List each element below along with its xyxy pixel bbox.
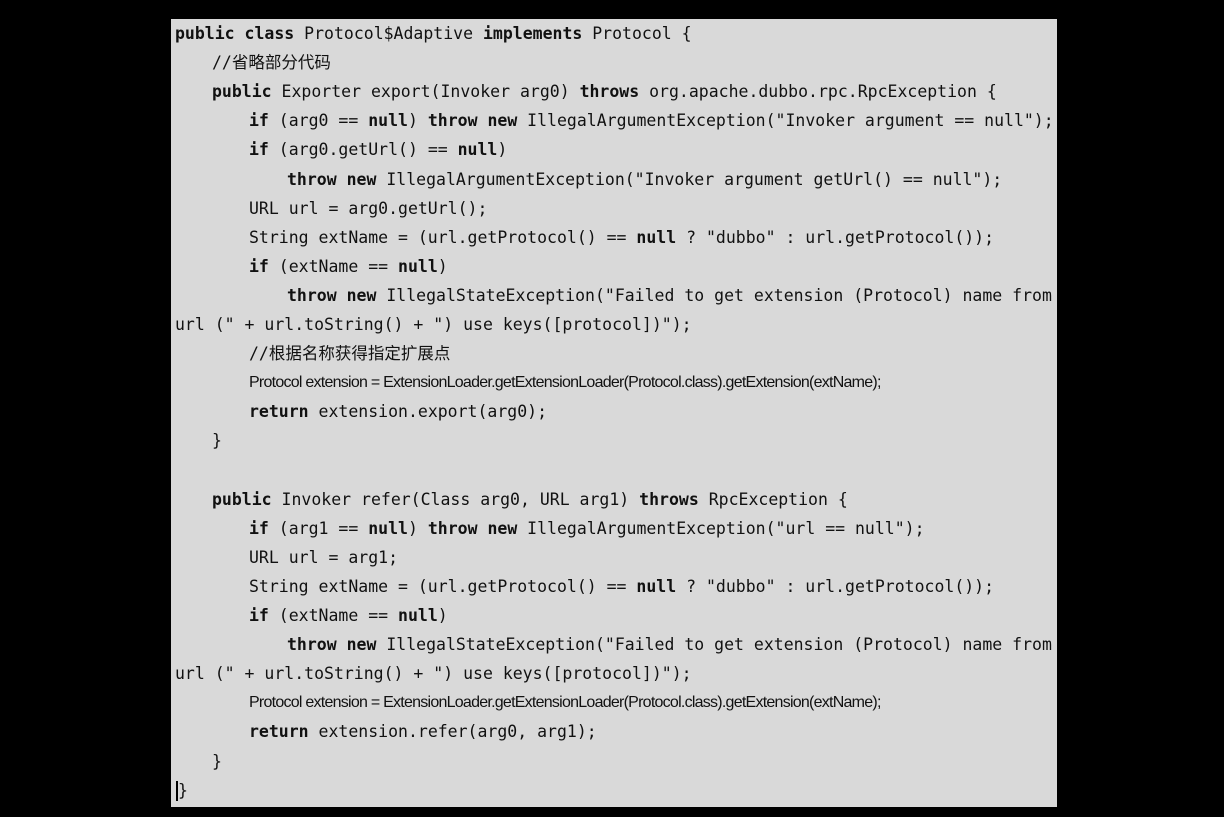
code-line: public Exporter export(Invoker arg0) thr… — [212, 77, 997, 106]
code-line: url (" + url.toString() + ") use keys([p… — [175, 310, 692, 339]
code-line: if (arg0 == null) throw new IllegalArgum… — [249, 106, 1054, 135]
code-keyword: null — [398, 606, 438, 625]
code-keyword: if — [249, 140, 269, 160]
code-line: if (arg0.getUrl() == null) — [249, 135, 507, 164]
code-text: String extName = (url.getProtocol() == — [249, 227, 637, 247]
bottom-strip — [0, 807, 1224, 817]
code-text: ) — [437, 256, 448, 276]
code-text: (arg0 == — [268, 111, 369, 131]
code-line: //省略部分代码 — [212, 48, 331, 77]
code-line: } — [212, 426, 222, 455]
code-keyword: public — [212, 82, 272, 102]
code-line: } — [175, 776, 188, 805]
code-text: ? "dubbo" : url.getProtocol()); — [676, 227, 995, 247]
code-text: Protocol extension = ExtensionLoader.get… — [249, 374, 881, 392]
code-keyword: throw new — [287, 635, 377, 655]
code-text: URL url = arg0.getUrl(); — [249, 198, 488, 218]
code-keyword: implements — [482, 24, 583, 43]
code-line: public Invoker refer(Class arg0, URL arg… — [212, 485, 848, 514]
code-text: (extName == — [268, 606, 399, 625]
code-text: IllegalArgumentException("url == null"); — [517, 518, 925, 538]
code-keyword: null — [368, 111, 408, 131]
code-line: String extName = (url.getProtocol() == n… — [249, 223, 994, 252]
code-text: Exporter export(Invoker arg0) — [271, 82, 580, 102]
code-keyword: public — [212, 489, 272, 509]
code-keyword: public class — [175, 24, 295, 43]
code-text: ) — [407, 111, 428, 131]
code-keyword: null — [636, 227, 677, 247]
code-text: IllegalStateException("Failed to get ext… — [376, 285, 1052, 305]
code-text: ) — [407, 518, 428, 538]
code-text: IllegalArgumentException("Invoker argume… — [517, 111, 1054, 131]
code-keyword: return — [249, 722, 309, 742]
code-text: extension.refer(arg0, arg1); — [308, 722, 597, 742]
code-line: if (extName == null) — [249, 601, 448, 630]
code-keyword: null — [398, 256, 438, 276]
code-text: extension.export(arg0); — [308, 402, 548, 422]
code-text: Invoker refer(Class arg0, URL arg1) — [271, 489, 640, 509]
code-text: //根据名称获得指定扩展点 — [249, 344, 451, 364]
code-text: (arg0.getUrl() == — [268, 140, 458, 160]
code-text: } — [212, 751, 222, 771]
code-line: return extension.refer(arg0, arg1); — [249, 717, 597, 746]
code-keyword: throws — [579, 82, 640, 102]
code-text: //省略部分代码 — [212, 53, 331, 73]
code-keyword: null — [457, 140, 498, 160]
code-keyword: return — [249, 402, 309, 422]
code-line: if (arg1 == null) throw new IllegalArgum… — [249, 514, 925, 543]
code-text: ) — [437, 606, 448, 625]
code-text: ) — [497, 140, 508, 160]
code-text: url (" + url.toString() + ") use keys([p… — [175, 664, 692, 684]
code-keyword: throws — [639, 489, 699, 509]
code-line: URL url = arg0.getUrl(); — [249, 194, 487, 223]
code-text: RpcException { — [698, 489, 848, 509]
code-text: String extName = (url.getProtocol() == — [249, 576, 637, 596]
code-keyword: if — [249, 256, 269, 276]
code-text: (extName == — [268, 256, 399, 276]
code-block: public class Protocol$Adaptive implement… — [171, 19, 1057, 807]
code-line: public class Protocol$Adaptive implement… — [175, 19, 692, 48]
code-text: } — [178, 780, 188, 800]
code-text: org.apache.dubbo.rpc.RpcException { — [639, 82, 997, 102]
code-text: URL url = arg1; — [249, 547, 399, 567]
code-text: (arg1 == — [268, 518, 369, 538]
code-keyword: throw new — [427, 518, 518, 538]
code-line: Protocol extension = ExtensionLoader.get… — [249, 368, 881, 397]
code-keyword: if — [249, 518, 269, 538]
code-text: Protocol$Adaptive — [294, 24, 483, 43]
code-text: IllegalStateException("Failed to get ext… — [376, 635, 1052, 655]
code-keyword: if — [249, 111, 269, 131]
code-keyword: throw new — [287, 169, 377, 189]
code-text: Protocol extension = ExtensionLoader.get… — [249, 694, 881, 712]
code-line: throw new IllegalStateException("Failed … — [287, 281, 1052, 310]
code-line: return extension.export(arg0); — [249, 397, 547, 426]
code-keyword: null — [368, 518, 408, 538]
code-keyword: throw new — [427, 111, 518, 131]
code-keyword: if — [249, 606, 269, 625]
code-text: url (" + url.toString() + ") use keys([p… — [175, 315, 692, 334]
page: public class Protocol$Adaptive implement… — [0, 0, 1224, 817]
code-text: } — [212, 431, 222, 451]
code-line: String extName = (url.getProtocol() == n… — [249, 572, 994, 601]
code-line: url (" + url.toString() + ") use keys([p… — [175, 659, 692, 688]
code-line: throw new IllegalStateException("Failed … — [287, 630, 1052, 659]
code-line: if (extName == null) — [249, 252, 448, 281]
code-line: //根据名称获得指定扩展点 — [249, 339, 450, 368]
code-line: URL url = arg1; — [249, 543, 398, 572]
code-text: ? "dubbo" : url.getProtocol()); — [676, 576, 995, 596]
code-line: } — [212, 747, 222, 776]
code-keyword: null — [636, 576, 677, 596]
code-line: throw new IllegalArgumentException("Invo… — [287, 165, 1002, 194]
code-text: IllegalArgumentException("Invoker argume… — [376, 169, 1003, 189]
code-line: Protocol extension = ExtensionLoader.get… — [249, 688, 881, 717]
code-text: Protocol { — [582, 24, 692, 43]
code-keyword: throw new — [287, 285, 377, 305]
